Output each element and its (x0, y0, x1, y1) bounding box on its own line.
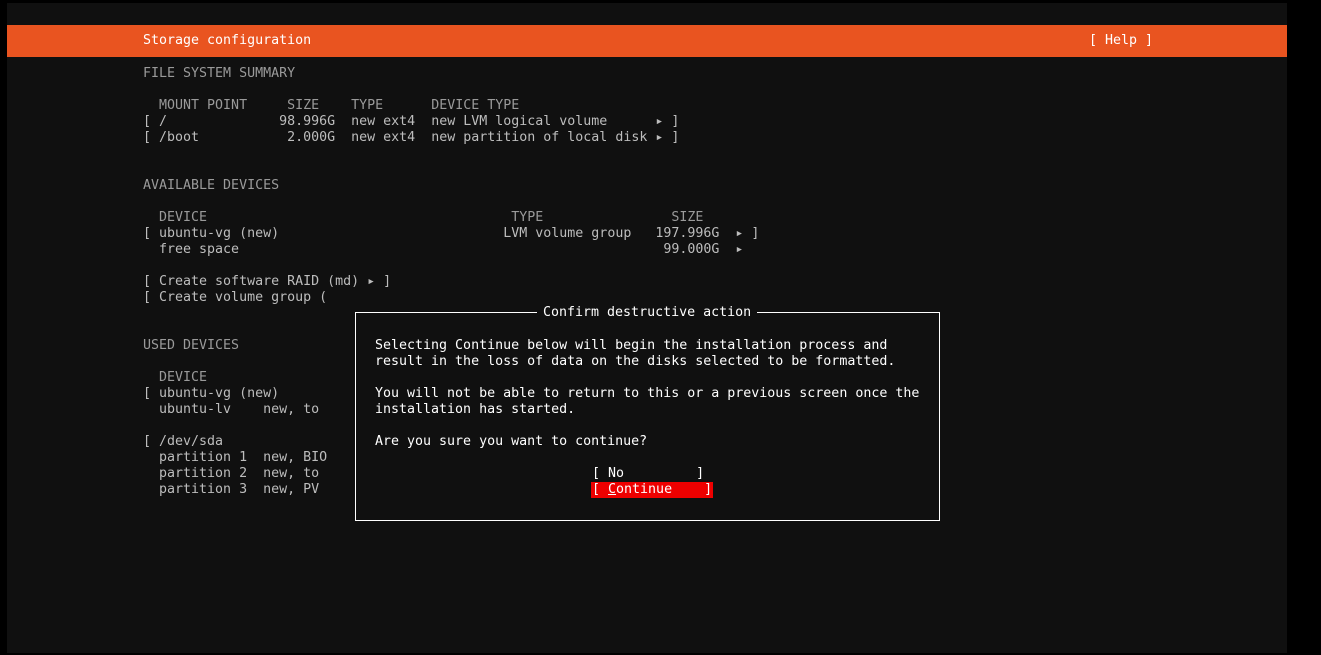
fs-summary-columns: MOUNT POINT SIZE TYPE DEVICE TYPE (143, 98, 520, 113)
continue-hotkey: C (608, 482, 617, 497)
dialog-text-line-1: Selecting Continue below will begin the … (375, 338, 888, 353)
fs-summary-heading: FILE SYSTEM SUMMARY (143, 66, 296, 81)
continue-button-rest: ontinue ] (616, 482, 713, 497)
used-devices-heading: USED DEVICES (143, 338, 240, 353)
confirm-dialog: Confirm destructive action Selecting Con… (355, 305, 940, 521)
header-bar: Storage configuration [ Help ] (7, 25, 1287, 57)
used-row-ubuntu-lv: ubuntu-lv new, to (143, 402, 320, 417)
used-row-ubuntu-vg[interactable]: [ ubuntu-vg (new) (143, 386, 279, 402)
create-volume-group-button[interactable]: [ Create volume group ( (143, 290, 327, 306)
fs-row-boot[interactable]: [ /boot 2.000G new ext4 new partition of… (143, 130, 679, 146)
create-raid-button[interactable]: [ Create software RAID (md) ▸ ] (143, 274, 391, 290)
dialog-text-line-4: installation has started. (375, 402, 576, 417)
dialog-text-line-3: You will not be able to return to this o… (375, 386, 920, 401)
used-row-partition-3: partition 3 new, PV (143, 482, 320, 497)
available-devices-heading: AVAILABLE DEVICES (143, 178, 280, 193)
page-title: Storage configuration (143, 33, 312, 48)
installer-screen: Storage configuration [ Help ] FILE SYST… (7, 3, 1287, 653)
device-row-ubuntu-vg[interactable]: [ ubuntu-vg (new) LVM volume group 197.9… (143, 226, 759, 242)
available-devices-columns: DEVICE TYPE SIZE (143, 210, 704, 225)
fs-row-root[interactable]: [ / 98.996G new ext4 new LVM logical vol… (143, 114, 679, 130)
continue-button[interactable]: [ Continue ] (591, 482, 714, 498)
continue-button-open: [ (592, 482, 609, 497)
help-button[interactable]: [ Help ] (1089, 33, 1153, 49)
device-row-free-space[interactable]: free space 99.000G ▸ (143, 242, 743, 258)
dialog-text-line-2: result in the loss of data on the disks … (375, 354, 896, 369)
used-row-dev-sda[interactable]: [ /dev/sda (143, 434, 223, 450)
dialog-title: Confirm destructive action (537, 305, 758, 321)
no-button[interactable]: [ No ] (592, 466, 704, 482)
dialog-question: Are you sure you want to continue? (375, 434, 648, 449)
used-row-partition-2: partition 2 new, to (143, 466, 320, 481)
used-devices-columns: DEVICE (143, 370, 208, 385)
used-row-partition-1: partition 1 new, BIO (143, 450, 328, 465)
